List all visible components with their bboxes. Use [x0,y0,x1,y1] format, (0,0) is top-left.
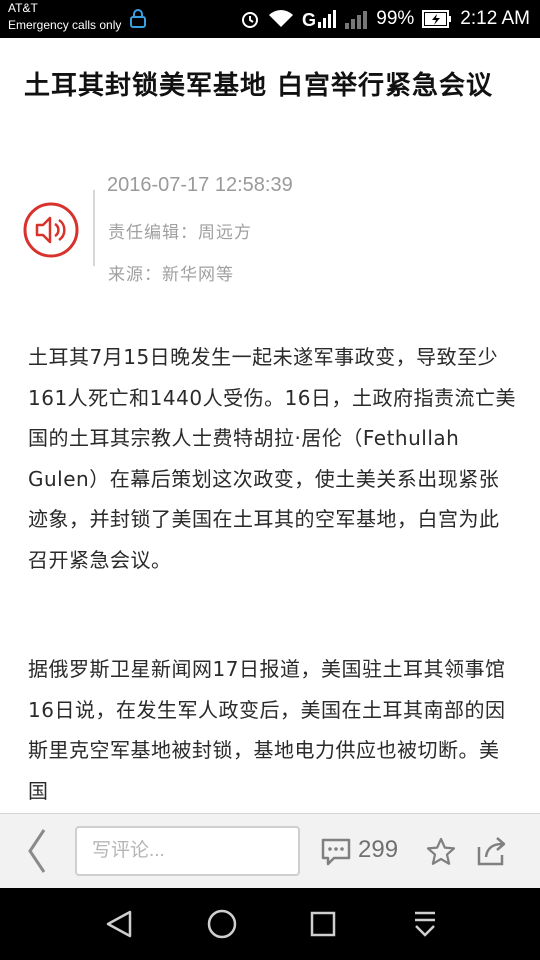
navigation-bar [0,888,540,960]
status-icons: G 99% 2:12 AM [240,0,530,38]
comment-count[interactable]: 299 [358,836,398,864]
article-view[interactable]: 土耳其封锁美军基地 白宫举行紧急会议 2016-07-17 12:58:39 责… [0,38,540,813]
meta-divider [93,190,95,266]
publish-date: 2016-07-17 12:58:39 [107,174,293,196]
back-chevron-icon[interactable] [20,826,54,876]
signal-strength-icon [345,11,368,29]
nav-back-icon[interactable] [100,904,140,944]
carrier-label: AT&T [8,1,38,15]
emergency-label: Emergency calls only [8,18,122,32]
signal-g-icon: G [302,10,337,30]
clock: 2:12 AM [460,8,530,29]
alarm-icon [242,12,259,28]
svg-text:G: G [302,10,316,30]
article-title: 土耳其封锁美军基地 白宫举行紧急会议 [24,71,494,101]
editor-label: 责任编辑：周远方 [108,223,252,243]
wifi-icon [269,10,294,27]
comment-bar: 299 [0,813,540,888]
article-paragraph: 据俄罗斯卫星新闻网17日报道，美国驻土耳其领事馆16日说，在发生军人政变后，美国… [28,657,506,803]
comment-input[interactable] [75,826,300,876]
status-bar: AT&T Emergency calls only G 99% 2:12 AM [0,0,540,38]
favorite-star-icon[interactable] [425,836,457,868]
speaker-icon[interactable] [22,201,80,259]
comment-bubble-icon[interactable] [320,838,352,866]
nav-notification-drawer-icon[interactable] [405,904,445,944]
battery-charging-icon [422,10,452,28]
nav-recent-apps-icon[interactable] [303,904,343,944]
article-paragraph: 土耳其7月15日晚发生一起未遂军事政变，导致至少161人死亡和1440人受伤。1… [28,345,517,572]
share-icon[interactable] [475,835,509,867]
battery-percent: 99% [376,8,415,29]
nav-home-icon[interactable] [202,904,242,944]
vpn-lock-icon [130,9,146,28]
source-label: 来源：新华网等 [108,265,234,285]
